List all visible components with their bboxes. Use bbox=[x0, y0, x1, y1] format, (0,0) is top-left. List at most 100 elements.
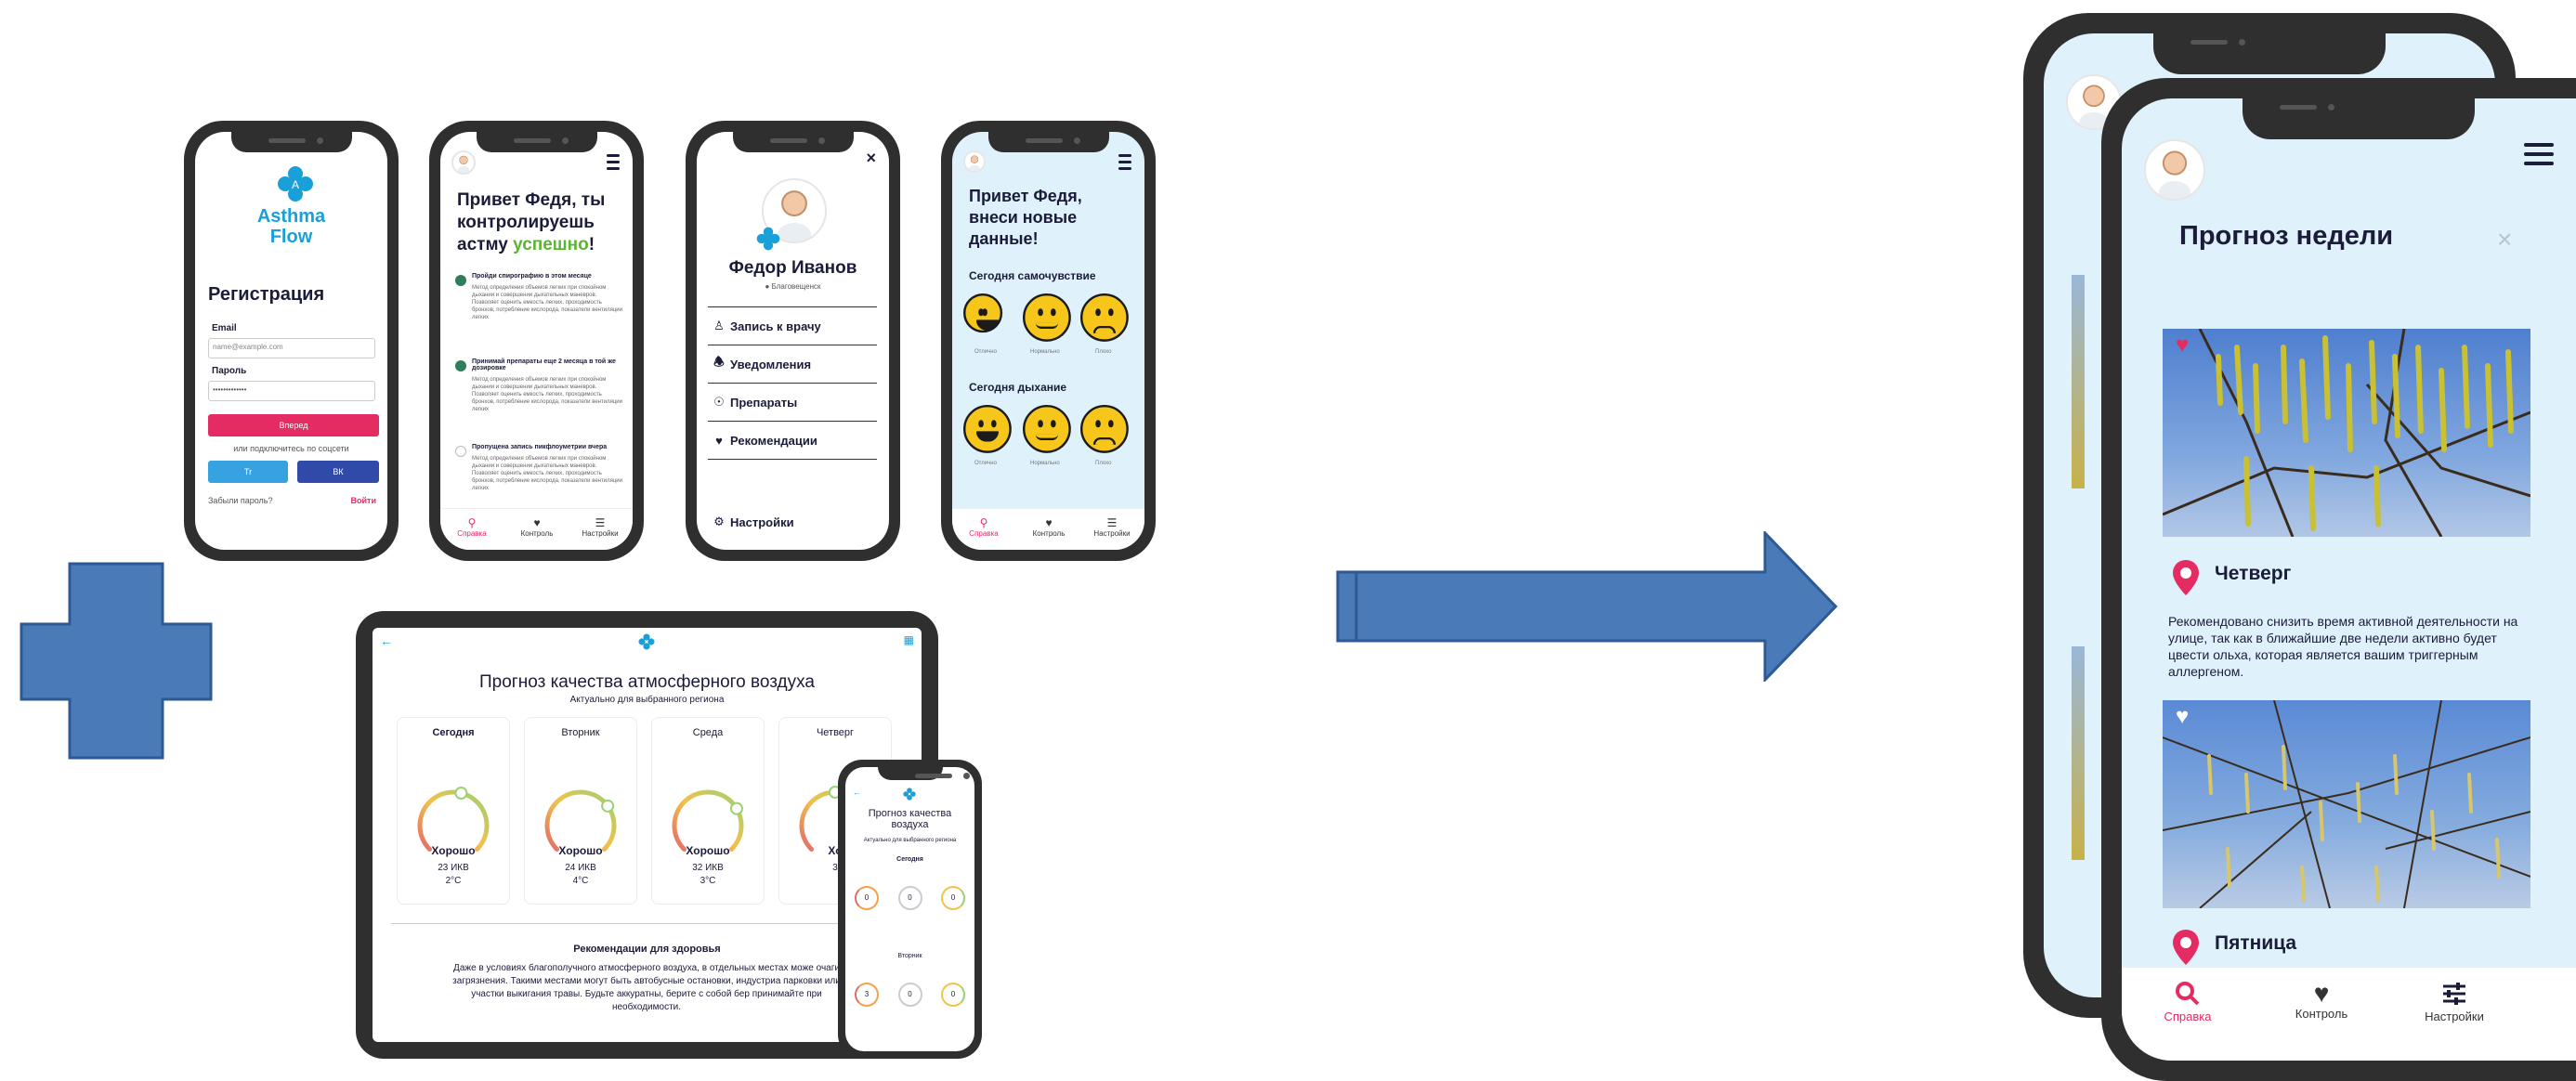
breath-great-button[interactable] bbox=[963, 405, 1012, 453]
menu-item-notifications[interactable]: 🕭 Уведомления bbox=[708, 345, 877, 384]
breathing-picker: Отлично Нормально Плохо bbox=[963, 405, 1136, 488]
list-item[interactable]: Пройди спирографию в этом месяце Метод о… bbox=[455, 273, 624, 358]
menu-icon[interactable] bbox=[1118, 154, 1131, 170]
task-done-icon bbox=[455, 360, 466, 371]
mini-gauge: 0 bbox=[941, 983, 965, 1007]
pollen-image-friday bbox=[2163, 700, 2530, 908]
day-label: Среда bbox=[692, 727, 724, 738]
day-status: Хорошо bbox=[431, 844, 476, 857]
day-ikv: 23 ИКВ bbox=[438, 863, 469, 873]
nav-settings[interactable]: ☰ Настройки bbox=[1092, 516, 1132, 538]
email-field[interactable]: name@example.com bbox=[208, 338, 375, 358]
menu-icon[interactable] bbox=[607, 154, 620, 170]
small-today: Сегодня bbox=[896, 856, 923, 863]
heart-icon: ♥ bbox=[533, 516, 541, 529]
task-list: Пройди спирографию в этом месяце Метод о… bbox=[455, 273, 624, 509]
heart-icon: ♥ bbox=[1045, 516, 1053, 529]
favorite-heart-icon[interactable]: ♥ bbox=[2176, 332, 2189, 358]
menu-item-drugs[interactable]: ☉ Препараты bbox=[708, 384, 877, 422]
mood-normal-button[interactable] bbox=[1023, 293, 1071, 342]
menu-item-settings[interactable]: ⚙ Настройки bbox=[708, 514, 793, 529]
bell-icon: 🕭 bbox=[713, 355, 725, 369]
day-label: Сегодня bbox=[432, 727, 475, 738]
list-item[interactable]: Принимай препараты еще 2 месяца в той же… bbox=[455, 358, 624, 444]
day-friday: Пятница bbox=[2215, 932, 2297, 954]
profile-city: ● Благовещенск bbox=[765, 282, 821, 291]
gauge-knob bbox=[729, 801, 743, 815]
plus-shape bbox=[20, 562, 213, 760]
back-arrow-icon[interactable]: ← bbox=[380, 633, 393, 648]
password-field[interactable]: ••••••••••••• bbox=[208, 381, 375, 401]
location-icon: ● bbox=[765, 282, 770, 291]
day-label: Вторник bbox=[561, 727, 600, 738]
avatar[interactable] bbox=[451, 150, 476, 175]
task-pending-icon bbox=[455, 446, 466, 457]
day-thursday: Четверг bbox=[2215, 563, 2292, 584]
greeting-accent: успешно bbox=[513, 235, 589, 254]
mood-title: Привет Федя, внеси новые данные! bbox=[969, 187, 1082, 248]
gear-icon: ⚙ bbox=[713, 514, 725, 528]
phone-greeting: Привет Федя, ты контролируешь астму успе… bbox=[429, 121, 644, 561]
mini-gauge: 0 bbox=[897, 886, 922, 910]
menu-item-recommendations[interactable]: ♥ Рекомендации bbox=[708, 422, 877, 460]
mood-bad-button[interactable] bbox=[1080, 293, 1129, 342]
tablet-title: Прогноз качества атмосферного воздуха bbox=[479, 672, 815, 692]
search-icon: ⚲ bbox=[979, 516, 988, 529]
favorite-heart-outline-icon[interactable]: ♥ bbox=[2176, 704, 2189, 730]
password-label: Пароль bbox=[212, 366, 247, 376]
close-icon[interactable]: × bbox=[2497, 225, 2512, 254]
submit-button[interactable]: Вперед bbox=[208, 414, 379, 436]
nav-settings[interactable]: Настройки bbox=[2417, 981, 2491, 1023]
small-row2: 3 0 0 bbox=[855, 983, 965, 1007]
aqi-gauge bbox=[672, 789, 744, 852]
location-pin-icon bbox=[2173, 930, 2199, 965]
nav-control[interactable]: ♥ Контроль bbox=[2289, 979, 2354, 1022]
login-link[interactable]: Войти bbox=[351, 496, 376, 505]
small-subtitle: Актуально для выбранного региона bbox=[863, 838, 957, 843]
breath-bad-button[interactable] bbox=[1080, 405, 1129, 453]
avatar[interactable] bbox=[963, 150, 986, 173]
brand-logo-icon bbox=[903, 788, 916, 801]
close-icon[interactable]: × bbox=[866, 149, 876, 168]
location-pin-icon bbox=[2173, 560, 2199, 595]
breathing-label: Сегодня дыхание bbox=[969, 381, 1067, 394]
nav-help[interactable]: ⚲ Справка bbox=[455, 516, 489, 538]
day-temp: 2°C bbox=[445, 876, 462, 886]
day-card[interactable]: Сегодня Хорошо 23 ИКВ 2°C bbox=[397, 717, 510, 905]
mood-great-button[interactable] bbox=[963, 293, 1003, 333]
phone-profile: × Федор Иванов ● Благовещенск ♙ Запись к … bbox=[686, 121, 900, 561]
day-card[interactable]: Среда Хорошо 32 ИКВ 3°C bbox=[651, 717, 765, 905]
back-arrow-icon[interactable]: ← bbox=[853, 788, 861, 797]
phone-air-quality: ← Прогноз качества воздуха Актуально для… bbox=[838, 760, 982, 1059]
forgot-password-link[interactable]: Забыли пароль? bbox=[208, 496, 272, 505]
avatar[interactable] bbox=[2144, 139, 2205, 201]
day-card[interactable]: Вторник Хорошо 24 ИКВ 4°C bbox=[524, 717, 637, 905]
logo-line1: Asthma bbox=[256, 206, 326, 227]
gauge-knob bbox=[601, 799, 615, 813]
pollen-image-thursday bbox=[2163, 329, 2530, 537]
vk-button[interactable]: ВК bbox=[297, 461, 379, 483]
breath-normal-button[interactable] bbox=[1023, 405, 1071, 453]
week-forecast-title: Прогноз недели bbox=[2179, 221, 2394, 251]
heart-icon: ♥ bbox=[2313, 979, 2330, 1008]
nav-help[interactable]: ⚲ Справка bbox=[967, 516, 1000, 538]
nav-control[interactable]: ♥ Контроль bbox=[1030, 516, 1067, 538]
wellbeing-label: Сегодня самочувствие bbox=[969, 269, 1096, 282]
svg-text:A: A bbox=[292, 178, 299, 191]
nav-control[interactable]: ♥ Контроль bbox=[518, 516, 556, 538]
rec-text: Даже в условиях благополучного атмосферн… bbox=[452, 963, 841, 1012]
day-temp: 3°C bbox=[700, 876, 716, 886]
greeting-title: Привет Федя, ты контролируешь астму успе… bbox=[457, 190, 606, 254]
nav-help[interactable]: Справка bbox=[2155, 981, 2220, 1023]
brand-badge-icon bbox=[756, 227, 780, 251]
menu-item-appointment[interactable]: ♙ Запись к врачу bbox=[708, 307, 877, 345]
sliders-icon bbox=[2443, 983, 2465, 1005]
nav-settings[interactable]: ☰ Настройки bbox=[580, 516, 621, 538]
menu-icon[interactable] bbox=[2524, 143, 2554, 169]
arrow-right-shape bbox=[1336, 531, 1837, 682]
twitter-button[interactable]: Tr bbox=[208, 461, 288, 483]
globe-icon: ☉ bbox=[713, 395, 725, 409]
list-item[interactable]: Пропущена запись пикфлоуметрии вчера Мет… bbox=[455, 444, 624, 509]
alder-branches bbox=[2163, 329, 2530, 537]
grid-icon[interactable]: ▦ bbox=[904, 633, 914, 646]
